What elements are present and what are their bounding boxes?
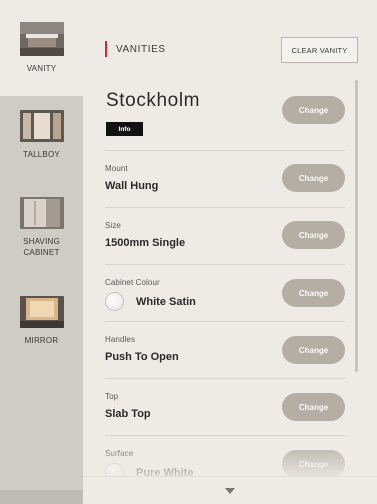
change-cabinet-colour-button[interactable]: Change — [282, 279, 345, 307]
colour-swatch — [105, 292, 124, 311]
category-sidebar: VANITY TALLBOY SHAVING CABINET MIRROR — [0, 0, 83, 504]
configurator-app: VANITY TALLBOY SHAVING CABINET MIRROR VA… — [0, 0, 377, 504]
tallboy-thumbnail-icon — [19, 110, 64, 142]
scrollbar-thumb[interactable] — [355, 80, 358, 372]
clear-vanity-button[interactable]: CLEAR VANITY — [281, 37, 358, 63]
sidebar-item-label: TALLBOY — [23, 150, 60, 159]
sidebar-item-label: VANITY — [26, 64, 57, 73]
option-row-mount: Mount Wall Hung Change — [105, 164, 345, 208]
mirror-thumbnail-icon — [19, 296, 64, 328]
sidebar-item-vanity[interactable]: VANITY — [0, 0, 83, 96]
divider — [105, 435, 345, 436]
product-name: Stockholm — [106, 90, 201, 111]
change-size-button[interactable]: Change — [282, 221, 345, 249]
info-button[interactable]: Info — [106, 122, 143, 136]
divider — [105, 321, 345, 322]
change-top-button[interactable]: Change — [282, 393, 345, 421]
sidebar-item-label: SHAVING CABINET — [23, 237, 60, 257]
change-handles-button[interactable]: Change — [282, 336, 345, 364]
option-row-handles: Handles Push To Open Change — [105, 335, 345, 379]
sidebar-item-mirror[interactable]: MIRROR — [0, 296, 83, 348]
change-surface-button[interactable]: Change — [282, 450, 345, 478]
scroll-down-button[interactable] — [83, 476, 377, 504]
shaving-cabinet-thumbnail-icon — [19, 197, 64, 229]
product-row: Stockholm Info Change — [105, 80, 345, 150]
sidebar-footer — [0, 490, 83, 504]
section-title: VANITIES — [116, 44, 166, 55]
options-scrollbar[interactable] — [355, 80, 358, 472]
sidebar-item-shaving-cabinet[interactable]: SHAVING CABINET — [0, 197, 83, 261]
divider — [105, 378, 345, 379]
option-row-size: Size 1500mm Single Change — [105, 221, 345, 265]
change-product-button[interactable]: Change — [282, 96, 345, 124]
divider — [105, 264, 345, 265]
header-accent-bar — [105, 41, 107, 57]
divider — [105, 207, 345, 208]
sidebar-item-tallboy[interactable]: TALLBOY — [0, 110, 83, 170]
change-mount-button[interactable]: Change — [282, 164, 345, 192]
option-row-surface: Surface Pure White Change — [105, 449, 345, 479]
sidebar-item-label: MIRROR — [24, 336, 59, 345]
option-value: White Satin — [136, 295, 196, 308]
option-row-top: Top Slab Top Change — [105, 392, 345, 436]
chevron-down-icon — [225, 487, 235, 494]
divider — [105, 150, 345, 151]
option-row-cabinet-colour: Cabinet Colour White Satin Change — [105, 278, 345, 322]
vanity-thumbnail-icon — [19, 22, 64, 56]
